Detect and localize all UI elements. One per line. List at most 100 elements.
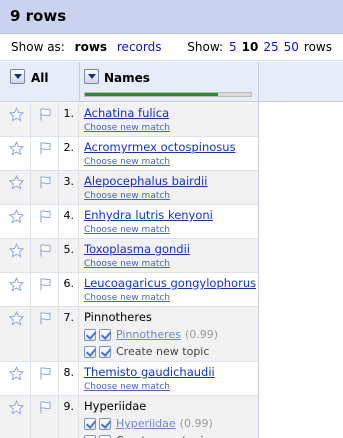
check-icon[interactable] [84,434,96,438]
star-icon[interactable] [8,208,25,224]
star-icon[interactable] [8,365,25,381]
reconcile-progress-fill [85,93,218,96]
view-mode-records-link[interactable]: records [117,40,162,54]
row-number-cell: 9. [59,396,79,438]
all-column-dropdown[interactable] [10,69,25,84]
choose-new-match-link[interactable]: Choose new match [84,224,258,236]
create-new-topic-label[interactable]: Create new topic [116,434,209,438]
match-candidate: Pinnotheres (0.99) [84,327,258,342]
row-number: 8. [63,366,75,379]
flag-cell [31,171,59,204]
row-number: 1. [63,107,75,120]
candidate-link[interactable]: Pinnotheres [116,328,181,341]
check-icon[interactable] [84,345,96,358]
choose-new-match-link[interactable]: Choose new match [84,258,258,270]
names-cell: Themisto gaudichaudii Choose new match [84,362,258,395]
row-number-cell: 8. [59,362,79,395]
row-number: 9. [63,400,75,413]
matched-name-link[interactable]: Acromyrmex octospinosus [84,140,258,155]
check-icon[interactable] [99,345,111,358]
row-number: 3. [63,175,75,188]
choose-new-match-link[interactable]: Choose new match [84,292,258,304]
choose-new-match-link[interactable]: Choose new match [84,156,258,168]
row-number-cell: 5. [59,239,79,272]
row-count-title: 9 rows [10,7,67,25]
star-cell [0,205,31,238]
header-bar: 9 rows [0,0,343,34]
match-candidate: Hyperiidae (0.99) [84,416,258,431]
flag-cell [31,103,59,136]
names-cell: Achatina fulica Choose new match [84,103,258,136]
check-icon[interactable] [99,417,111,430]
star-cell [0,171,31,204]
star-cell [0,103,31,136]
page-size-50[interactable]: 50 [284,40,299,54]
candidate-score: (0.99) [179,417,213,430]
column-header: All Names [0,62,343,102]
flag-icon[interactable] [38,175,53,190]
table-row: 5. Toxoplasma gondii Choose new match [0,239,258,273]
choose-new-match-link[interactable]: Choose new match [84,190,258,202]
flag-icon[interactable] [38,400,53,415]
star-icon[interactable] [8,140,25,156]
create-new-topic-label[interactable]: Create new topic [116,345,209,358]
names-column-dropdown[interactable] [84,69,99,84]
matched-name-link[interactable]: Themisto gaudichaudii [84,365,258,380]
star-icon[interactable] [8,242,25,258]
flag-cell [31,137,59,170]
flag-icon[interactable] [38,141,53,156]
check-icon[interactable] [84,328,96,341]
row-number-cell: 6. [59,273,79,306]
reconcile-progress-bar [84,92,252,97]
row-number-cell: 4. [59,205,79,238]
candidate-link[interactable]: Hyperiidae [116,417,176,430]
matched-name-link[interactable]: Leucoagaricus gongylophorus [84,276,258,291]
table-row: 6. Leucoagaricus gongylophorus Choose new … [0,273,258,307]
star-icon[interactable] [8,399,25,415]
row-number: 2. [63,141,75,154]
flag-cell [31,362,59,395]
unmatched-name: Hyperiidae [84,399,147,413]
unmatched-name: Pinnotheres [84,310,152,324]
names-cell: Toxoplasma gondii Choose new match [84,239,258,272]
choose-new-match-link[interactable]: Choose new match [84,122,258,134]
data-grid: 1. Achatina fulica Choose new match 2. Acrom… [0,103,258,438]
flag-icon[interactable] [38,107,53,122]
flag-icon[interactable] [38,243,53,258]
view-controls: Show as: rows records Show: 5 10 25 50 r… [0,34,343,61]
names-cell: Pinnotheres Pinnotheres (0.99) Create new t… [84,307,258,361]
page-size-5[interactable]: 5 [229,40,237,54]
names-cell: Leucoagaricus gongylophorus Choose new ma… [84,273,258,306]
check-icon[interactable] [99,328,111,341]
row-number-cell: 7. [59,307,79,361]
star-icon[interactable] [8,310,25,326]
row-number-cell: 2. [59,137,79,170]
star-icon[interactable] [8,106,25,122]
star-cell [0,396,31,438]
star-cell [0,137,31,170]
matched-name-link[interactable]: Alepocephalus bairdii [84,174,258,189]
rows-suffix: rows [303,40,332,54]
flag-icon[interactable] [38,209,53,224]
check-icon[interactable] [99,434,111,438]
choose-new-match-link[interactable]: Choose new match [84,381,258,393]
page-size-25[interactable]: 25 [263,40,278,54]
flag-icon[interactable] [38,311,53,326]
matched-name-link[interactable]: Enhydra lutris kenyoni [84,208,258,223]
star-cell [0,239,31,272]
matched-name-link[interactable]: Toxoplasma gondii [84,242,258,257]
flag-cell [31,205,59,238]
star-cell [0,307,31,361]
check-icon[interactable] [84,417,96,430]
names-column-label: Names [104,71,150,85]
row-number-cell: 3. [59,171,79,204]
flag-icon[interactable] [38,366,53,381]
star-icon[interactable] [8,276,25,292]
view-mode-rows[interactable]: rows [75,40,107,54]
column-divider [79,62,80,101]
flag-cell [31,273,59,306]
flag-icon[interactable] [38,277,53,292]
star-icon[interactable] [8,174,25,190]
show-as-label: Show as: [11,40,65,54]
matched-name-link[interactable]: Achatina fulica [84,106,258,121]
